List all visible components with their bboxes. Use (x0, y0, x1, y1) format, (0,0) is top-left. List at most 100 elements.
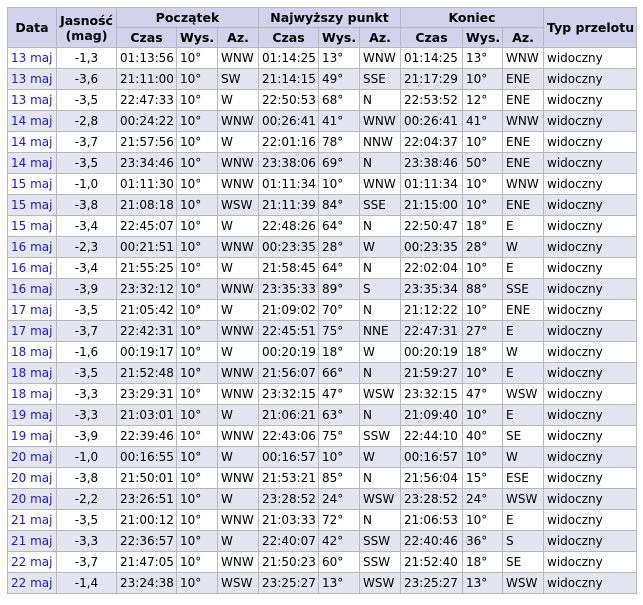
pass-type-cell: widoczny (543, 530, 638, 552)
header-peak-az: Az. (358, 27, 402, 48)
date-link[interactable]: 20 maj (11, 492, 52, 506)
start-altitude-cell: 10° (176, 446, 218, 468)
date-link[interactable]: 16 maj (11, 240, 52, 254)
header-peak: Najwyższy punkt (257, 7, 402, 28)
header-date: Data (7, 7, 57, 48)
end-time-cell: 21:12:22 (400, 299, 464, 321)
date-cell: 22 maj (7, 572, 57, 594)
end-altitude-cell: 27° (462, 320, 504, 342)
peak-altitude-cell: 24° (318, 488, 360, 510)
start-time-cell: 21:05:42 (116, 299, 177, 321)
start-azimuth-cell: W (217, 404, 259, 426)
date-cell: 16 maj (7, 278, 57, 300)
date-link[interactable]: 16 maj (11, 282, 52, 296)
magnitude-cell: -2,8 (56, 110, 117, 132)
peak-altitude-cell: 10° (318, 446, 360, 468)
date-link[interactable]: 16 maj (11, 261, 52, 275)
end-azimuth-cell: WSW (502, 572, 545, 594)
date-link[interactable]: 13 maj (11, 51, 52, 65)
end-altitude-cell: 18° (462, 341, 504, 363)
peak-altitude-cell: 60° (318, 551, 360, 573)
date-link[interactable]: 17 maj (11, 324, 52, 338)
date-link[interactable]: 13 maj (11, 72, 52, 86)
pass-type-cell: widoczny (543, 194, 638, 216)
start-time-cell: 22:39:46 (116, 425, 177, 447)
magnitude-cell: -1,0 (56, 446, 117, 468)
pass-type-cell: widoczny (543, 404, 638, 426)
peak-time-cell: 23:32:15 (258, 383, 319, 405)
date-cell: 21 maj (7, 530, 57, 552)
date-link[interactable]: 19 maj (11, 429, 52, 443)
date-link[interactable]: 20 maj (11, 450, 52, 464)
end-azimuth-cell: SE (502, 425, 545, 447)
start-altitude-cell: 10° (176, 404, 218, 426)
start-azimuth-cell: WNW (217, 509, 259, 531)
date-link[interactable]: 21 maj (11, 534, 52, 548)
date-link[interactable]: 19 maj (11, 408, 52, 422)
table-row: 22 maj -3,7 21:47:05 10° WNW 21:50:23 60° SSW 21… (7, 551, 638, 573)
table-row: 21 maj -3,3 22:36:57 10° W 22:40:07 42° SSW 22:4… (7, 530, 638, 552)
start-azimuth-cell: WNW (217, 383, 259, 405)
start-altitude-cell: 10° (176, 341, 218, 363)
header-end-time: Czas (400, 27, 464, 48)
table-row: 22 maj -1,4 23:24:38 10° WSW 23:25:27 13° WSW 23… (7, 572, 638, 594)
peak-altitude-cell: 70° (318, 299, 360, 321)
date-cell: 19 maj (7, 425, 57, 447)
date-link[interactable]: 14 maj (11, 156, 52, 170)
date-cell: 18 maj (7, 383, 57, 405)
magnitude-cell: -3,3 (56, 530, 117, 552)
end-altitude-cell: 10° (462, 404, 504, 426)
magnitude-cell: -3,4 (56, 257, 117, 279)
end-time-cell: 21:15:00 (400, 194, 464, 216)
start-azimuth-cell: W (217, 131, 259, 153)
date-link[interactable]: 18 maj (11, 345, 52, 359)
peak-altitude-cell: 75° (318, 320, 360, 342)
date-link[interactable]: 13 maj (11, 93, 52, 107)
passes-table: Data Jasność (mag) Początek Najwyższy pu… (7, 7, 638, 594)
end-azimuth-cell: SE (502, 551, 545, 573)
end-altitude-cell: 18° (462, 215, 504, 237)
start-time-cell: 00:21:51 (116, 236, 177, 258)
end-azimuth-cell: E (502, 404, 545, 426)
end-azimuth-cell: ESE (502, 467, 545, 489)
date-link[interactable]: 21 maj (11, 513, 52, 527)
peak-time-cell: 21:11:39 (258, 194, 319, 216)
peak-altitude-cell: 10° (318, 173, 360, 195)
end-time-cell: 00:16:57 (400, 446, 464, 468)
date-link[interactable]: 22 maj (11, 576, 52, 590)
date-link[interactable]: 18 maj (11, 366, 52, 380)
peak-azimuth-cell: N (358, 152, 402, 174)
peak-altitude-cell: 64° (318, 215, 360, 237)
start-azimuth-cell: WNW (217, 110, 259, 132)
end-altitude-cell: 10° (462, 299, 504, 321)
end-altitude-cell: 10° (462, 362, 504, 384)
date-link[interactable]: 18 maj (11, 387, 52, 401)
end-time-cell: 01:14:25 (400, 47, 464, 69)
start-altitude-cell: 10° (176, 425, 218, 447)
pass-type-cell: widoczny (543, 425, 638, 447)
start-altitude-cell: 10° (176, 194, 218, 216)
date-cell: 20 maj (7, 446, 57, 468)
start-time-cell: 00:16:55 (116, 446, 177, 468)
date-link[interactable]: 20 maj (11, 471, 52, 485)
peak-altitude-cell: 84° (318, 194, 360, 216)
peak-altitude-cell: 72° (318, 509, 360, 531)
date-link[interactable]: 22 maj (11, 555, 52, 569)
start-time-cell: 22:45:07 (116, 215, 177, 237)
peak-altitude-cell: 13° (318, 47, 360, 69)
date-link[interactable]: 14 maj (11, 135, 52, 149)
peak-time-cell: 22:45:51 (258, 320, 319, 342)
end-altitude-cell: 10° (462, 131, 504, 153)
peak-azimuth-cell: SSW (358, 530, 402, 552)
date-link[interactable]: 17 maj (11, 303, 52, 317)
end-time-cell: 01:11:34 (400, 173, 464, 195)
date-link[interactable]: 15 maj (11, 198, 52, 212)
date-link[interactable]: 14 maj (11, 114, 52, 128)
date-link[interactable]: 15 maj (11, 177, 52, 191)
start-azimuth-cell: W (217, 215, 259, 237)
magnitude-cell: -3,8 (56, 194, 117, 216)
date-link[interactable]: 15 maj (11, 219, 52, 233)
table-body: 13 maj -1,3 01:13:56 10° WNW 01:14:25 13° WNW 01… (7, 47, 638, 594)
pass-type-cell: widoczny (543, 152, 638, 174)
start-altitude-cell: 10° (176, 173, 218, 195)
